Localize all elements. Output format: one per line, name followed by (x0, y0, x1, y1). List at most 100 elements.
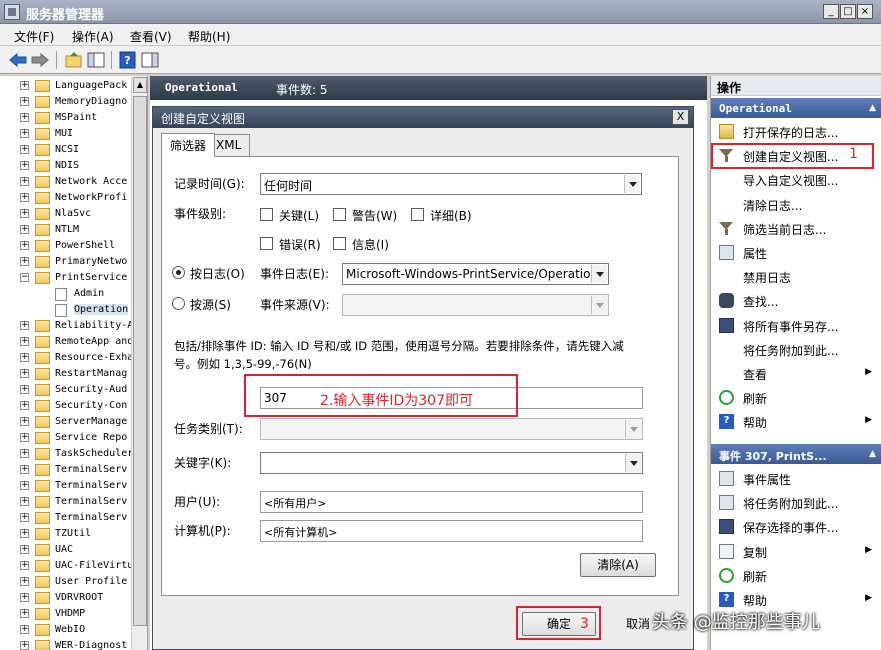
expand-icon[interactable]: + (20, 321, 29, 330)
expand-icon[interactable]: + (20, 465, 29, 474)
actions-section-event[interactable]: 事件 307, PrintS... ▲ (711, 444, 881, 464)
dialog-close-button[interactable]: X (672, 109, 689, 125)
expand-icon[interactable]: + (20, 593, 29, 602)
expand-icon[interactable]: + (20, 417, 29, 426)
tree-item[interactable]: + WER-Diagnost (0, 638, 132, 650)
user-input[interactable]: <所有用户> (260, 491, 643, 513)
minimize-button[interactable]: _ (823, 4, 839, 19)
tree-item[interactable]: + TerminalServ (0, 510, 132, 526)
tree-item[interactable]: + NCSI (0, 142, 132, 158)
expand-icon[interactable]: + (20, 129, 29, 138)
tree-item[interactable]: + TaskScheduler (0, 446, 132, 462)
tree-item[interactable]: + RestartManag (0, 366, 132, 382)
expand-icon[interactable]: + (20, 433, 29, 442)
expand-icon[interactable]: + (20, 481, 29, 490)
action-item[interactable]: 将任务附加到此... (711, 338, 881, 360)
close-window-button[interactable]: × (857, 4, 873, 19)
show-hide-action-pane-icon[interactable] (140, 51, 160, 69)
forward-arrow-icon[interactable] (30, 51, 50, 69)
checkbox-error[interactable] (260, 237, 273, 250)
action-item[interactable]: 保存选择的事件... (711, 515, 881, 537)
tree-item[interactable]: + NetworkProfi (0, 190, 132, 206)
tree-item[interactable]: + TerminalServ (0, 478, 132, 494)
keywords-combo[interactable] (260, 452, 643, 474)
menu-view[interactable]: 查看(V) (130, 28, 172, 45)
dropdown-arrow-icon[interactable] (591, 265, 607, 283)
checkbox-verbose[interactable] (411, 208, 424, 221)
tab-filter[interactable]: 筛选器 (161, 133, 216, 157)
help-icon[interactable]: ? (118, 51, 138, 69)
expand-icon[interactable]: + (20, 401, 29, 410)
tree-item[interactable]: + UAC-FileVirtu (0, 558, 132, 574)
expand-icon[interactable]: + (20, 177, 29, 186)
checkbox-critical[interactable] (260, 208, 273, 221)
tree-item[interactable]: + ServerManage (0, 414, 132, 430)
computer-input[interactable]: <所有计算机> (260, 520, 643, 542)
expand-icon[interactable]: + (20, 337, 29, 346)
show-hide-tree-icon[interactable] (86, 51, 106, 69)
tree-item[interactable]: + LanguagePack (0, 78, 132, 94)
tree-item[interactable]: + Service Repo (0, 430, 132, 446)
action-item[interactable]: 将所有事件另存... (711, 314, 881, 336)
scrollbar-thumb[interactable] (133, 96, 147, 626)
collapse-icon[interactable]: − (20, 273, 29, 282)
back-arrow-icon[interactable] (8, 51, 28, 69)
radio-by-log[interactable] (172, 266, 185, 279)
expand-icon[interactable]: + (20, 385, 29, 394)
tree-item[interactable]: + PrimaryNetwo (0, 254, 132, 270)
expand-icon[interactable]: + (20, 353, 29, 362)
expand-icon[interactable]: + (20, 577, 29, 586)
tree-item[interactable]: + TerminalServ (0, 494, 132, 510)
dropdown-arrow-icon[interactable] (591, 296, 607, 314)
tree-item[interactable]: + Security-Aud (0, 382, 132, 398)
action-item[interactable]: 刷新 (711, 386, 881, 408)
up-folder-icon[interactable] (64, 51, 84, 69)
action-item[interactable]: ? 帮助 ▶ (711, 588, 881, 610)
action-item[interactable]: 属性 (711, 241, 881, 263)
expand-icon[interactable]: + (20, 625, 29, 634)
tree-item[interactable]: + RemoteApp and (0, 334, 132, 350)
menu-file[interactable]: 文件(F) (14, 28, 54, 45)
checkbox-warning[interactable] (333, 208, 346, 221)
action-item[interactable]: ? 帮助 ▶ (711, 410, 881, 432)
tree-item[interactable]: + WebIO (0, 622, 132, 638)
expand-icon[interactable]: + (20, 641, 29, 650)
expand-icon[interactable]: + (20, 193, 29, 202)
menu-help[interactable]: 帮助(H) (188, 28, 230, 45)
expand-icon[interactable]: + (20, 545, 29, 554)
expand-icon[interactable]: + (20, 529, 29, 538)
collapse-up-icon[interactable]: ▲ (869, 103, 876, 113)
action-item[interactable]: 禁用日志 (711, 265, 881, 287)
action-item[interactable]: 筛选当前日志... (711, 217, 881, 239)
tree-item[interactable]: Admin (0, 286, 132, 302)
tree-item[interactable]: + VHDMP (0, 606, 132, 622)
dropdown-arrow-icon[interactable] (625, 420, 641, 438)
expand-icon[interactable]: + (20, 561, 29, 570)
tree-item[interactable]: + VDRVROOT (0, 590, 132, 606)
tree-item[interactable]: + PowerShell (0, 238, 132, 254)
tree-item[interactable]: + MSPaint (0, 110, 132, 126)
event-sources-combo[interactable] (342, 294, 609, 316)
scroll-up-arrow-icon[interactable]: ▲ (133, 77, 147, 93)
logged-combo[interactable]: 任何时间 (260, 173, 642, 195)
action-item[interactable]: 打开保存的日志... (711, 120, 881, 142)
expand-icon[interactable]: + (20, 113, 29, 122)
expand-icon[interactable]: + (20, 609, 29, 618)
action-item[interactable]: 查看 ▶ (711, 362, 881, 384)
tree-item[interactable]: + UAC (0, 542, 132, 558)
expand-icon[interactable]: + (20, 513, 29, 522)
event-logs-combo[interactable]: Microsoft-Windows-PrintService/Operation (342, 263, 609, 285)
tree-item[interactable]: + Reliability-A (0, 318, 132, 334)
menu-action[interactable]: 操作(A) (72, 28, 114, 45)
collapse-up-icon[interactable]: ▲ (869, 449, 876, 459)
tree-item[interactable]: + TZUtil (0, 526, 132, 542)
task-category-combo[interactable] (260, 418, 643, 440)
tree-item[interactable]: + TerminalServ (0, 462, 132, 478)
tree-item[interactable]: + Resource-Exha (0, 350, 132, 366)
tree-item[interactable]: − PrintService (0, 270, 132, 286)
action-item[interactable]: 清除日志... (711, 193, 881, 215)
expand-icon[interactable]: + (20, 449, 29, 458)
action-item[interactable]: 刷新 (711, 564, 881, 586)
action-item[interactable]: 将任务附加到此... (711, 491, 881, 513)
expand-icon[interactable]: + (20, 97, 29, 106)
